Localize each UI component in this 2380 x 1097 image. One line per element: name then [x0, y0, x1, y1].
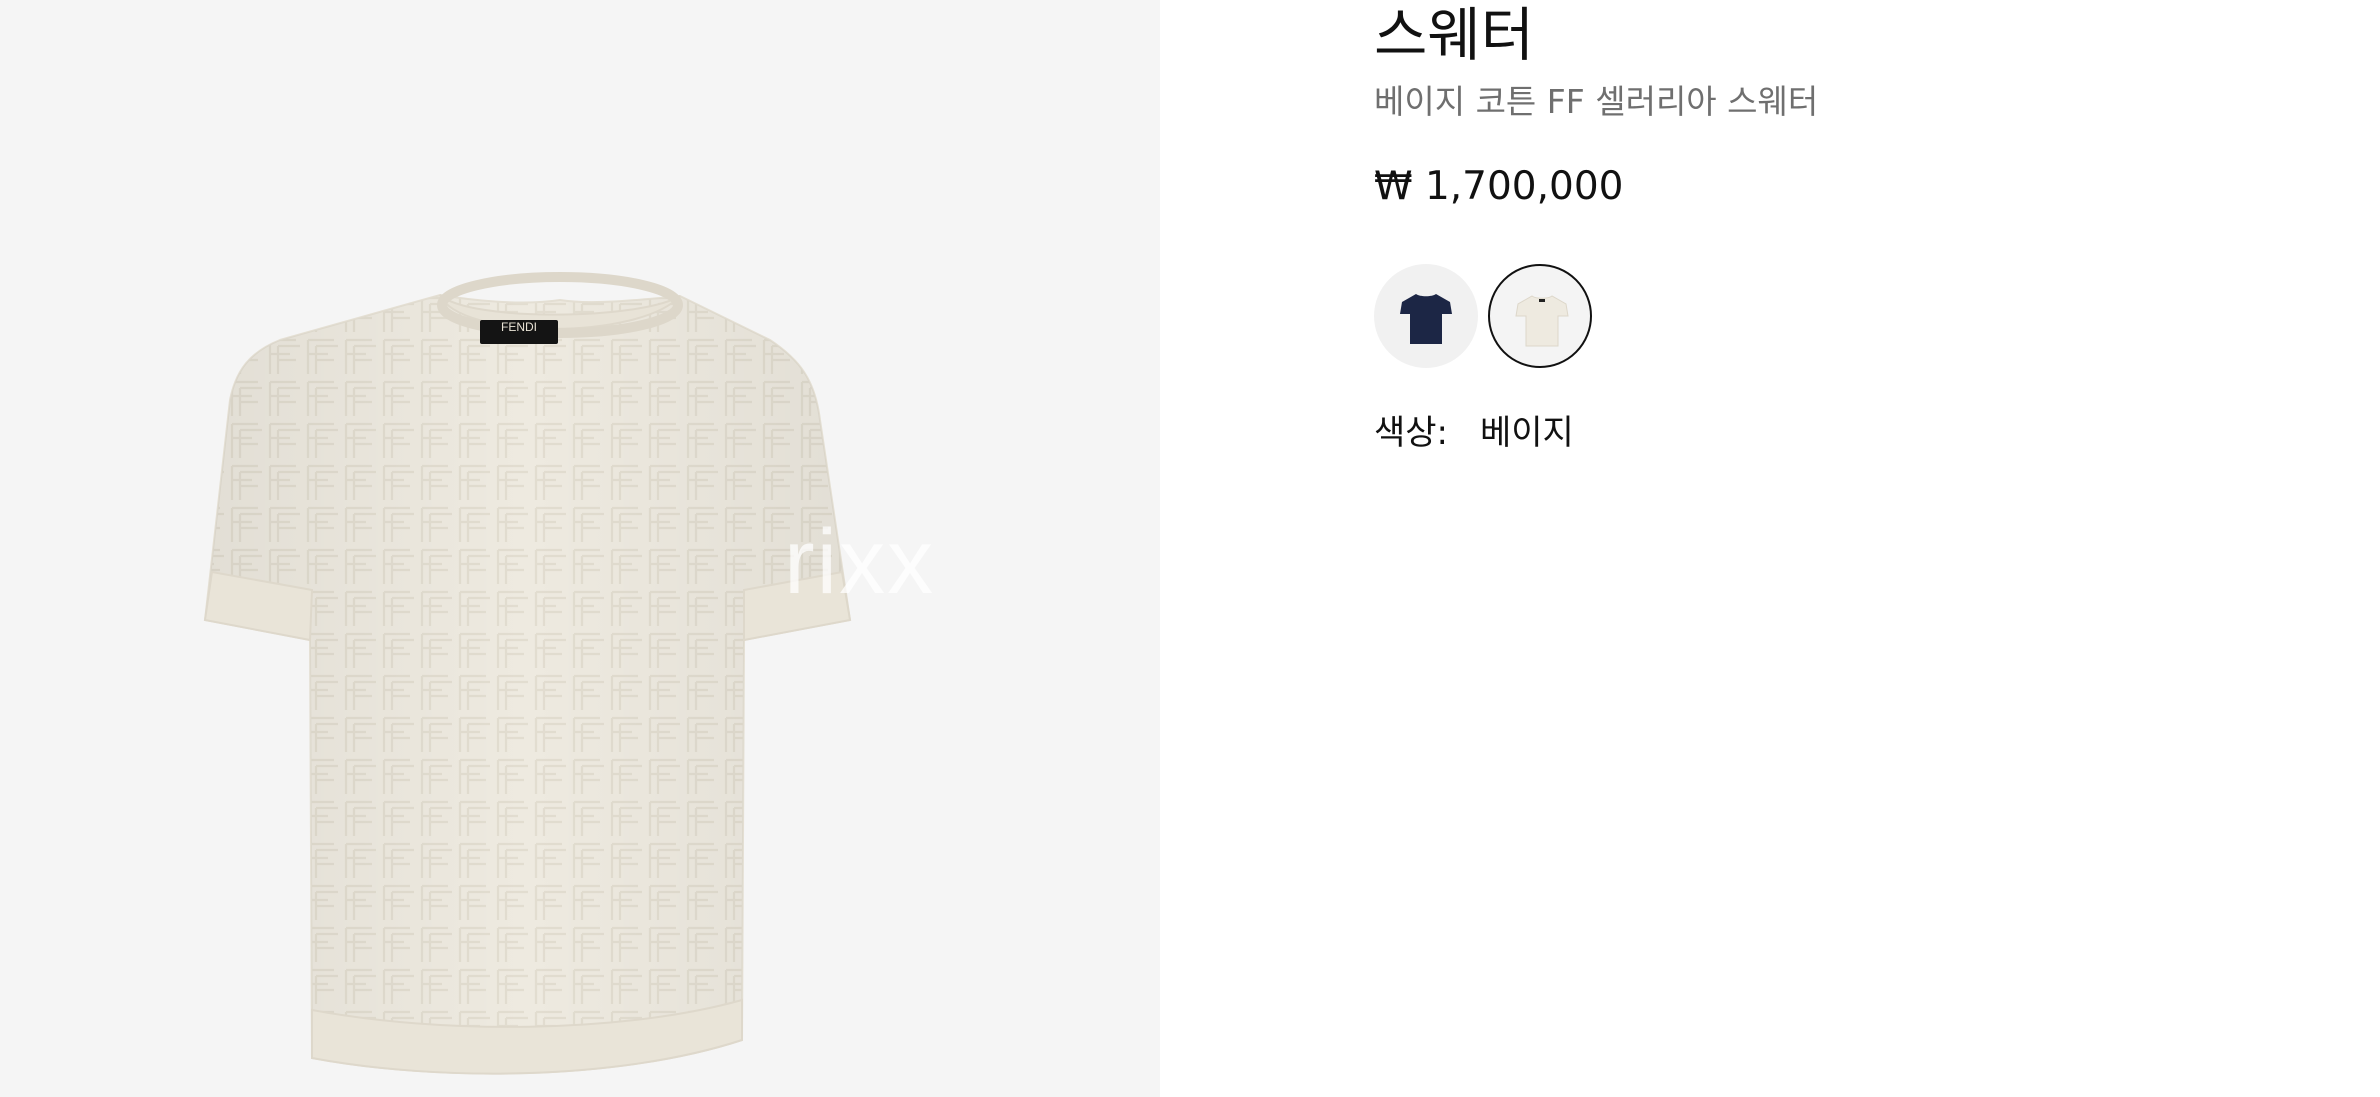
- product-image-panel[interactable]: FENDI rixx: [0, 0, 1160, 1097]
- beige-tshirt-icon: [1515, 295, 1569, 347]
- product-title: 스웨터: [1374, 1, 1535, 69]
- swatch-navy[interactable]: [1374, 264, 1478, 368]
- color-label: 색상:: [1374, 413, 1449, 453]
- watermark: rixx: [784, 511, 936, 613]
- color-swatches: [1374, 264, 1592, 370]
- navy-tshirt-icon: [1400, 294, 1452, 344]
- product-page: FENDI rixx 스웨터 베이지 코튼 FF 셀러리아 스웨터 ₩ 1,70…: [0, 0, 2380, 1097]
- swatch-beige[interactable]: [1488, 264, 1592, 368]
- product-subtitle: 베이지 코튼 FF 셀러리아 스웨터: [1374, 82, 1819, 121]
- brand-label: FENDI: [480, 320, 558, 344]
- product-price: ₩ 1,700,000: [1374, 164, 1624, 209]
- color-value: 베이지: [1480, 413, 1574, 453]
- selected-color: 색상: 베이지: [1374, 412, 1574, 454]
- product-image: [203, 272, 852, 1075]
